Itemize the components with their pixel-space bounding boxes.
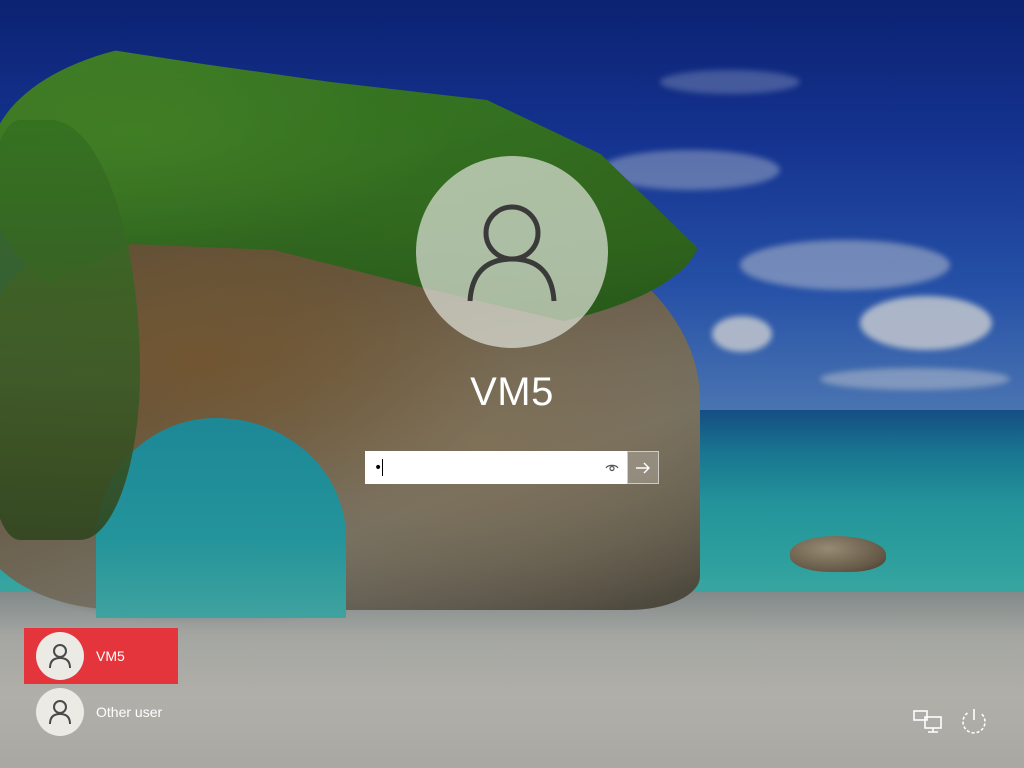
power-button[interactable] — [958, 706, 990, 738]
user-avatar-large — [416, 156, 608, 348]
user-silhouette-icon — [467, 204, 557, 302]
password-box[interactable] — [365, 451, 627, 484]
user-tile-other-user[interactable]: Other user — [24, 684, 178, 740]
text-cursor — [382, 459, 383, 476]
user-list: VM5 Other user — [24, 628, 178, 740]
user-tile-label: Other user — [96, 704, 163, 720]
avatar — [36, 632, 84, 680]
user-tile-label: VM5 — [96, 648, 125, 664]
user-silhouette-icon — [49, 644, 71, 669]
user-tile-vm5[interactable]: VM5 — [24, 628, 178, 684]
eye-icon — [605, 464, 619, 472]
password-input[interactable] — [366, 452, 598, 483]
arrow-right-icon — [636, 462, 650, 473]
username-title: VM5 — [470, 370, 554, 414]
power-icon — [962, 709, 986, 734]
submit-button[interactable] — [627, 451, 659, 484]
reveal-password-button[interactable] — [602, 458, 622, 478]
network-icon — [913, 710, 942, 733]
network-button[interactable] — [912, 706, 944, 738]
user-silhouette-icon — [49, 700, 71, 725]
avatar — [36, 688, 84, 736]
